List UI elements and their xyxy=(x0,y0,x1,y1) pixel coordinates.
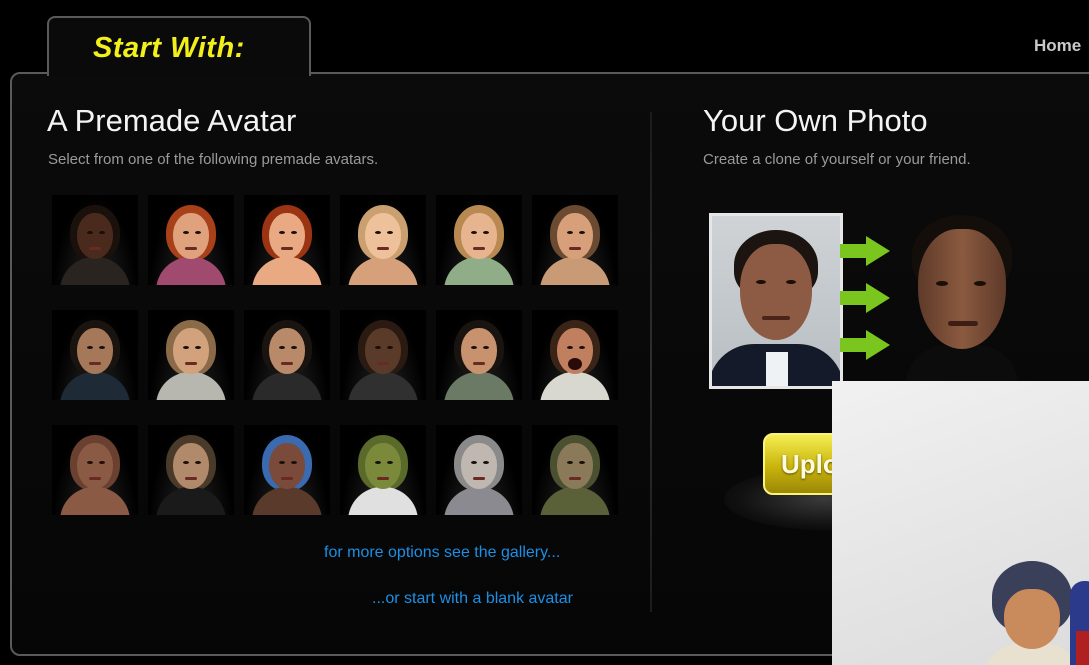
premade-avatar-15[interactable] xyxy=(244,425,330,515)
premade-avatar-13[interactable] xyxy=(52,425,138,515)
start-with-label: Start With: xyxy=(93,32,245,64)
overlay-photo xyxy=(832,381,1089,665)
premade-avatar-17[interactable] xyxy=(436,425,522,515)
premade-avatar-7[interactable] xyxy=(52,310,138,400)
gallery-link[interactable]: for more options see the gallery... xyxy=(324,544,560,562)
arrow-right-icon xyxy=(840,330,892,360)
clone-avatar-preview xyxy=(892,205,1032,385)
premade-avatar-subtitle: Select from one of the following premade… xyxy=(48,151,379,168)
premade-avatar-9[interactable] xyxy=(244,310,330,400)
premade-avatar-3[interactable] xyxy=(244,195,330,285)
premade-avatar-5[interactable] xyxy=(436,195,522,285)
sample-portrait-photo xyxy=(709,213,843,389)
premade-avatar-2[interactable] xyxy=(148,195,234,285)
premade-avatar-1[interactable] xyxy=(52,195,138,285)
premade-avatar-12[interactable] xyxy=(532,310,618,400)
start-with-tab: Start With: xyxy=(47,16,311,76)
own-photo-title: Your Own Photo xyxy=(703,103,928,138)
premade-avatar-18[interactable] xyxy=(532,425,618,515)
arrow-right-icon xyxy=(840,283,892,313)
arrow-right-icon xyxy=(840,236,892,266)
premade-avatar-11[interactable] xyxy=(436,310,522,400)
premade-avatar-10[interactable] xyxy=(340,310,426,400)
premade-avatar-6[interactable] xyxy=(532,195,618,285)
premade-avatar-16[interactable] xyxy=(340,425,426,515)
home-link[interactable]: Home xyxy=(1034,36,1081,56)
blank-avatar-link[interactable]: ...or start with a blank avatar xyxy=(372,590,573,608)
premade-avatar-title: A Premade Avatar xyxy=(47,103,297,138)
premade-avatar-4[interactable] xyxy=(340,195,426,285)
premade-avatar-14[interactable] xyxy=(148,425,234,515)
panel-divider xyxy=(650,112,652,612)
premade-avatar-8[interactable] xyxy=(148,310,234,400)
own-photo-subtitle: Create a clone of yourself or your frien… xyxy=(703,151,971,168)
upload-button-label: Uplo xyxy=(781,449,839,479)
avatar-start-page: Start With: Home A Premade Avatar Select… xyxy=(0,0,1089,665)
